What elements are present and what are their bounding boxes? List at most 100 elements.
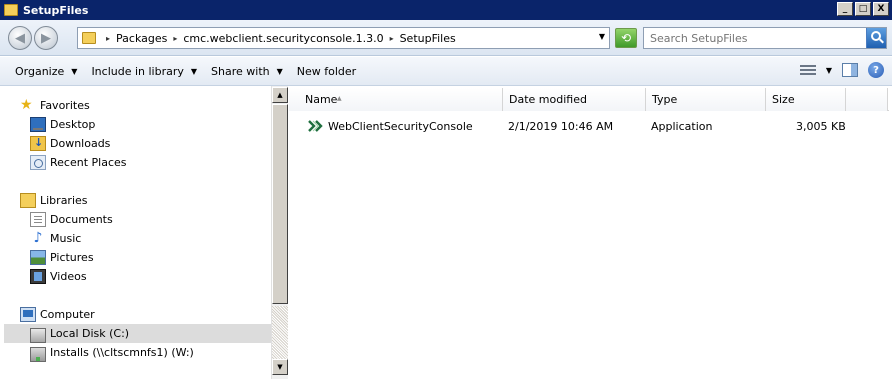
nav-label: Local Disk (C:) — [50, 327, 130, 340]
favorites-star-icon: ★ — [20, 97, 33, 113]
new-folder-label: New folder — [296, 64, 357, 78]
file-date-modified: 2/1/2019 10:46 AM — [508, 120, 614, 133]
breadcrumb-separator-icon[interactable]: ▸ — [173, 34, 177, 43]
pictures-icon — [30, 250, 46, 265]
folder-icon — [4, 4, 18, 16]
column-type-label: Type — [652, 93, 678, 106]
nav-label: Downloads — [50, 137, 111, 150]
nav-computer[interactable]: Computer — [20, 305, 287, 324]
view-tools: ▼ ? — [799, 62, 884, 78]
nav-installs-drive[interactable]: Installs (\\cltscmnfs1) (W:) — [30, 343, 297, 362]
breadcrumb-separator-icon[interactable]: ▸ — [390, 34, 394, 43]
address-dropdown-icon[interactable]: ▼ — [599, 32, 605, 41]
organize-label: Organize — [15, 64, 65, 78]
nav-documents[interactable]: Documents — [30, 210, 297, 229]
change-view-icon[interactable] — [799, 63, 816, 77]
nav-downloads[interactable]: Downloads — [30, 134, 297, 153]
nav-favorites[interactable]: ★ Favorites — [20, 96, 287, 115]
preview-pane-icon[interactable] — [842, 63, 858, 77]
column-header-row: Name ▲ Date modified Type Size — [289, 88, 889, 111]
column-name-label: Name — [305, 93, 338, 106]
search-input[interactable] — [650, 31, 860, 46]
breadcrumb-setupfiles[interactable]: SetupFiles — [400, 32, 456, 45]
scrollbar-thumb[interactable] — [272, 104, 288, 304]
minimize-button[interactable]: _ — [837, 2, 853, 16]
nav-recent-places[interactable]: Recent Places — [30, 153, 297, 172]
network-drive-icon — [30, 346, 46, 362]
refresh-button[interactable]: ⟲ — [615, 28, 637, 48]
organize-menu[interactable]: Organize ▼ — [8, 60, 84, 82]
nav-pictures[interactable]: Pictures — [30, 248, 297, 267]
downloads-icon — [30, 136, 46, 151]
file-size: 3,005 KB — [796, 120, 846, 133]
breadcrumb-securityconsole[interactable]: cmc.webclient.securityconsole.1.3.0 — [183, 32, 383, 45]
column-size-label: Size — [772, 93, 795, 106]
navigation-tree: ★ Favorites Desktop Downloads Recent Pla… — [0, 86, 271, 379]
scrollbar-track[interactable] — [272, 306, 288, 359]
breadcrumb-packages[interactable]: Packages — [116, 32, 167, 45]
nav-label: Pictures — [50, 251, 94, 264]
address-bar[interactable]: ▸ Packages ▸ cmc.webclient.securityconso… — [77, 27, 610, 49]
column-header-type[interactable]: Type — [646, 88, 766, 111]
title-bar: SetupFiles _ □ X — [0, 0, 892, 20]
music-icon: ♪ — [33, 230, 43, 246]
search-box[interactable] — [643, 27, 887, 49]
view-options-chevron-icon[interactable]: ▼ — [826, 66, 832, 75]
nav-music[interactable]: ♪ Music — [30, 229, 297, 248]
nav-desktop[interactable]: Desktop — [30, 115, 297, 134]
help-icon[interactable]: ? — [868, 62, 884, 78]
application-icon — [308, 120, 323, 132]
nav-label: Computer — [40, 308, 95, 321]
column-header-size[interactable]: Size — [766, 88, 846, 111]
command-bar: Organize ▼ Include in library ▼ Share wi… — [0, 57, 892, 86]
sort-ascending-icon: ▲ — [337, 95, 342, 102]
forward-button[interactable]: ▶ — [34, 26, 58, 50]
file-name: WebClientSecurityConsole — [328, 120, 473, 133]
scroll-down-arrow-icon[interactable]: ▼ — [272, 359, 288, 375]
nav-label: Libraries — [40, 194, 88, 207]
include-in-library-menu[interactable]: Include in library ▼ — [84, 60, 204, 82]
libraries-icon — [20, 193, 36, 208]
refresh-icon: ⟲ — [620, 31, 632, 45]
nav-label: Favorites — [40, 99, 90, 112]
nav-label: Desktop — [50, 118, 96, 131]
new-folder-button[interactable]: New folder — [290, 60, 363, 82]
nav-label: Music — [50, 232, 82, 245]
search-button[interactable] — [866, 28, 886, 48]
column-header-date-modified[interactable]: Date modified — [503, 88, 646, 111]
close-button[interactable]: X — [873, 2, 889, 16]
share-with-menu[interactable]: Share with ▼ — [204, 60, 290, 82]
breadcrumb-separator-icon[interactable]: ▸ — [106, 34, 110, 43]
nav-label: Installs (\\cltscmnfs1) (W:) — [50, 346, 194, 359]
chevron-down-icon: ▼ — [190, 66, 198, 76]
back-button[interactable]: ◀ — [8, 26, 32, 50]
chevron-down-icon: ▼ — [276, 66, 283, 76]
include-in-library-label: Include in library — [91, 64, 184, 78]
local-disk-icon — [30, 327, 46, 343]
navigation-pane: ★ Favorites Desktop Downloads Recent Pla… — [0, 86, 288, 379]
maximize-button[interactable]: □ — [855, 2, 871, 16]
file-row[interactable]: WebClientSecurityConsole 2/1/2019 10:46 … — [303, 117, 883, 137]
documents-icon — [30, 212, 46, 227]
nav-label: Recent Places — [50, 156, 127, 169]
share-with-label: Share with — [211, 64, 270, 78]
recent-places-icon — [30, 155, 46, 170]
nav-libraries[interactable]: Libraries — [20, 191, 287, 210]
nav-videos[interactable]: Videos — [30, 267, 297, 286]
column-header-name[interactable]: Name ▲ — [289, 88, 503, 111]
nav-label: Documents — [50, 213, 113, 226]
column-header-blank — [846, 88, 888, 111]
back-arrow-icon: ◀ — [15, 30, 25, 46]
chevron-down-icon: ▼ — [71, 66, 78, 76]
window-controls: _ □ X — [837, 2, 889, 16]
nav-local-disk[interactable]: Local Disk (C:) — [4, 324, 271, 343]
scroll-up-arrow-icon[interactable]: ▲ — [272, 87, 288, 103]
nav-label: Videos — [50, 270, 87, 283]
column-date-label: Date modified — [509, 93, 587, 106]
videos-icon — [30, 269, 46, 284]
computer-icon — [20, 307, 36, 322]
desktop-icon — [30, 117, 46, 132]
file-type: Application — [651, 120, 713, 133]
navigation-scrollbar[interactable]: ▲ ▼ — [271, 86, 288, 379]
window-title: SetupFiles — [23, 3, 89, 17]
